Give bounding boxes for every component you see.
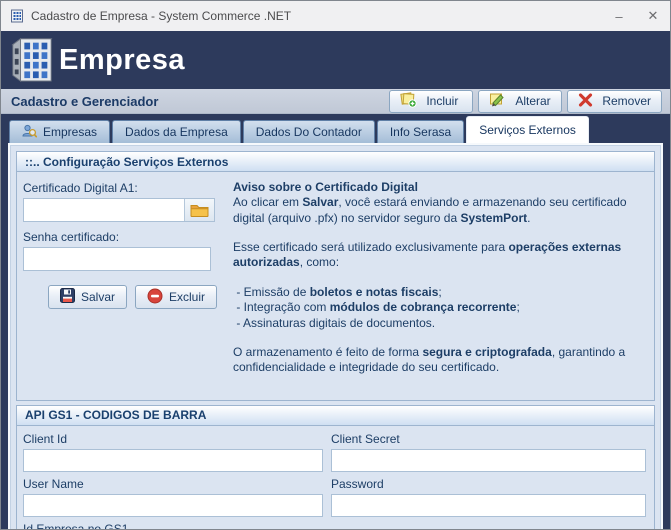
gs1-section-body: Client Id Client Secret User Name Passwo… [17,426,654,530]
client-id-label: Client Id [23,431,68,446]
password-input[interactable] [331,493,646,517]
alterar-button[interactable]: Alterar [478,89,563,113]
app-name: Empresa [59,43,186,76]
window-title: Cadastro de Empresa - System Commerce .N… [31,9,292,23]
tab-empresas-label: Empresas [43,125,98,139]
client-id-field: Client Id [23,430,323,472]
app-header: Empresa [1,31,670,89]
client-secret-label: Client Secret [331,431,400,446]
sub-header: Cadastro e Gerenciador Incluir Alterar R… [1,89,670,114]
gs1-section-header: API GS1 - CODIGOS DE BARRA [17,405,654,426]
cert-digital-label: Certificado Digital A1: [23,181,138,195]
alterar-label: Alterar [515,94,551,108]
app-window: Cadastro de Empresa - System Commerce .N… [0,0,671,530]
page-title: Cadastro e Gerenciador [11,93,159,109]
user-name-input[interactable] [23,493,323,517]
gs1-save-cell: Salvar [331,520,646,529]
remove-x-icon [578,92,593,110]
senha-input[interactable] [23,247,211,271]
tab-dados-da-empresa[interactable]: Dados da Empresa [112,120,241,143]
senha-label: Senha certificado: [23,230,120,244]
user-search-icon [22,124,38,141]
tab-strip: Empresas Dados da Empresa Dados Do Conta… [8,114,663,143]
minimize-button[interactable]: – [602,1,636,31]
password-field: Password [331,475,646,517]
excluir-certificado-label: Excluir [168,290,205,304]
incluir-button[interactable]: Incluir [389,89,474,113]
cert-section-body: Certificado Digital A1: Senha certificad… [17,172,654,400]
cert-section: ::.. Configuração Serviços Externos Cert… [16,151,655,401]
cert-buttons-row: Salvar Excluir [23,285,219,309]
client-secret-field: Client Secret [331,430,646,472]
tab-info-serasa[interactable]: Info Serasa [376,120,465,143]
save-floppy-icon [59,288,75,306]
cert-input-wrap [23,198,215,222]
incluir-label: Incluir [426,94,459,108]
tab-servicos-externos-label: Serviços Externos [479,123,576,137]
tab-content-panel: ::.. Configuração Serviços Externos Cert… [8,143,663,530]
senha-input-wrap [23,247,211,271]
gs1-section: API GS1 - CODIGOS DE BARRA Client Id Cli… [16,404,655,530]
password-label: Password [331,476,384,491]
salvar-certificado-label: Salvar [80,290,115,304]
tab-dados-do-contador-label: Dados Do Contador [255,125,362,139]
folder-icon [190,205,209,217]
remover-button[interactable]: Remover [567,89,662,113]
tab-info-serasa-label: Info Serasa [389,125,452,139]
id-empresa-field: Id Empresa no GS1 [23,520,323,530]
app-body: Empresas Dados da Empresa Dados Do Conta… [1,114,670,530]
note-add-icon [400,91,417,111]
excluir-certificado-button[interactable]: Excluir [134,285,217,309]
tab-empresas[interactable]: Empresas [9,120,111,143]
edit-pencil-icon [489,91,506,111]
salvar-certificado-button[interactable]: Salvar [47,285,127,309]
tab-servicos-externos[interactable]: Serviços Externos [466,116,589,143]
browse-folder-button[interactable] [184,199,214,221]
building-logo-icon [9,33,55,88]
title-bar: Cadastro de Empresa - System Commerce .N… [1,1,670,31]
cert-section-header: ::.. Configuração Serviços Externos [17,152,654,172]
minus-circle-icon [147,288,163,307]
client-id-input[interactable] [23,448,323,472]
remover-label: Remover [602,94,651,108]
window-building-icon [10,9,24,23]
tab-dados-da-empresa-label: Dados da Empresa [125,125,228,139]
user-name-label: User Name [23,476,84,491]
client-secret-input[interactable] [331,448,646,472]
tab-dados-do-contador[interactable]: Dados Do Contador [242,120,375,143]
certificate-notice-text: Aviso sobre o Certificado Digital Ao cli… [233,180,630,375]
toolbar: Incluir Alterar Remover [389,89,662,113]
close-button[interactable]: ✕ [636,1,670,31]
user-name-field: User Name [23,475,323,517]
cert-form-column: Certificado Digital A1: Senha certificad… [23,179,219,390]
id-empresa-label: Id Empresa no GS1 [23,521,129,530]
